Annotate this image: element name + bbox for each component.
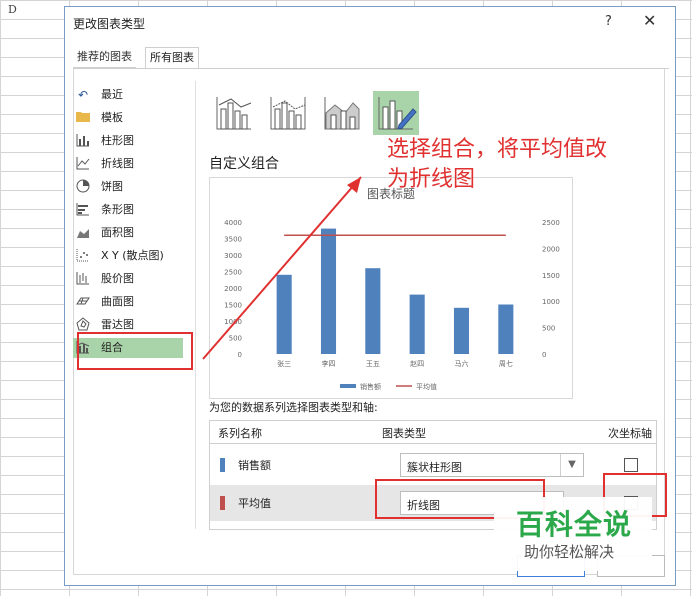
y2-tick-label: 0: [542, 351, 546, 359]
combo-clustered-column-line-icon[interactable]: [211, 91, 257, 135]
watermark-main: 百科全说: [516, 508, 633, 541]
combo-column-line-secondary-icon[interactable]: [265, 91, 311, 135]
category-bar[interactable]: 条形图: [75, 200, 181, 220]
y2-tick-label: 1500: [542, 272, 560, 280]
category-templates[interactable]: 模板: [75, 108, 181, 128]
column-chart-icon: [75, 133, 91, 149]
category-label: 股价图: [101, 272, 134, 285]
series-color-swatch: [220, 458, 225, 472]
y2-tick-label: 2500: [542, 219, 560, 227]
category-label: 面积图: [101, 226, 134, 239]
category-label: 折线图: [101, 157, 134, 170]
category-area[interactable]: 面积图: [75, 223, 181, 243]
legend-swatch-sales: [340, 384, 356, 388]
folder-icon: [75, 110, 91, 126]
pie-chart-icon: [75, 179, 91, 195]
legend-label-average: 平均值: [416, 382, 437, 391]
title-bar: 更改图表类型 ? ✕: [65, 7, 675, 37]
select-value: 簇状柱形图: [407, 461, 462, 474]
bar-chart-icon: [75, 202, 91, 218]
category-column[interactable]: 柱形图: [75, 131, 181, 151]
y2-tick-label: 500: [542, 325, 555, 333]
category-label: 饼图: [101, 180, 123, 193]
tab-recommended-charts[interactable]: 推荐的图表: [73, 47, 136, 68]
watermark: 百科全说 助你轻松解决: [494, 497, 652, 571]
series-hint: 为您的数据系列选择图表类型和轴:: [209, 401, 378, 414]
header-series-name: 系列名称: [218, 427, 262, 440]
area-chart-icon: [75, 225, 91, 241]
series-name: 销售额: [238, 459, 271, 472]
y2-tick-label: 2000: [542, 245, 560, 253]
category-pie[interactable]: 饼图: [75, 177, 181, 197]
category-label: 曲面图: [101, 295, 134, 308]
bar: [498, 304, 514, 354]
x-tick-label: 马六: [455, 359, 469, 368]
help-button[interactable]: ?: [605, 14, 612, 29]
surface-chart-icon: [75, 294, 91, 310]
line-chart-icon: [75, 156, 91, 172]
x-tick-label: 赵四: [410, 359, 424, 368]
highlight-combo-box: [77, 332, 193, 370]
category-label: 条形图: [101, 203, 134, 216]
annotation-arrow: [202, 176, 362, 360]
scatter-chart-icon: [75, 248, 91, 264]
series-row-sales: 销售额 簇状柱形图 ▼: [210, 447, 656, 483]
legend-label-sales: 销售额: [360, 382, 381, 391]
header-chart-type: 图表类型: [382, 427, 426, 440]
category-recent[interactable]: ↶ 最近: [75, 85, 181, 105]
chart-type-select-sales[interactable]: 簇状柱形图 ▼: [400, 453, 584, 477]
column-letter: D: [8, 3, 17, 16]
dialog-title: 更改图表类型: [73, 17, 146, 31]
category-stock[interactable]: 股价图: [75, 269, 181, 289]
tab-all-charts[interactable]: 所有图表: [145, 47, 199, 69]
bar: [409, 294, 425, 354]
category-label: X Y (散点图): [101, 249, 164, 262]
y2-tick-label: 1000: [542, 298, 560, 306]
category-label: 最近: [101, 88, 123, 101]
category-label: 模板: [101, 111, 123, 124]
annotation-text-line1: 选择组合，将平均值改: [387, 137, 608, 162]
bar: [453, 307, 470, 354]
x-tick-label: 周七: [499, 359, 513, 368]
category-surface[interactable]: 曲面图: [75, 292, 181, 312]
watermark-sub: 助你轻松解决: [524, 543, 615, 561]
secondary-axis-checkbox-sales[interactable]: [624, 458, 638, 472]
header-secondary-axis: 次坐标轴: [608, 427, 652, 440]
category-scatter[interactable]: X Y (散点图): [75, 246, 181, 266]
undo-icon: ↶: [77, 88, 89, 102]
close-button[interactable]: ✕: [643, 11, 656, 30]
chevron-down-icon[interactable]: ▼: [560, 454, 583, 476]
custom-combo-icon[interactable]: [373, 91, 419, 135]
combo-area-column-icon[interactable]: [319, 91, 365, 135]
category-line[interactable]: 折线图: [75, 154, 181, 174]
series-color-swatch: [220, 496, 225, 510]
annotation-text-line2: 为折线图: [387, 167, 476, 192]
radar-chart-icon: [75, 317, 91, 333]
category-label: 柱形图: [101, 134, 134, 147]
header-divider: [210, 443, 656, 444]
series-name: 平均值: [238, 497, 271, 510]
stock-chart-icon: [75, 271, 91, 287]
